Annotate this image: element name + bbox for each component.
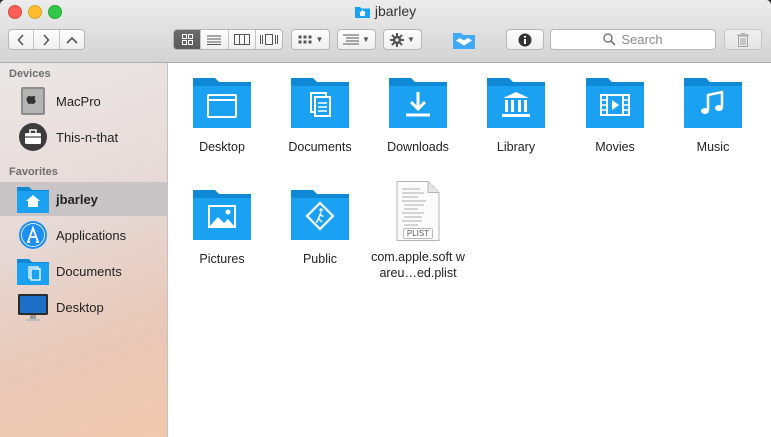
toolbar: jbarley ▼ ▼ ▼ Search (0, 0, 771, 63)
sidebar-item-desktop[interactable]: Desktop (0, 290, 167, 324)
folder-item-public[interactable]: Public (270, 185, 370, 267)
dropbox-button[interactable] (451, 29, 477, 50)
plist-file-icon: PLIST (388, 181, 448, 241)
music-folder-icon (683, 73, 743, 133)
sidebar-item-label: Documents (56, 263, 122, 279)
applications-icon (17, 220, 49, 250)
cover-flow-icon (259, 34, 278, 45)
file-label: Public (302, 252, 338, 266)
sidebar-item-label: Desktop (56, 299, 104, 315)
navigation-buttons (8, 29, 85, 50)
mac-pro-icon (17, 86, 49, 116)
file-label: com.apple.soft wareu…ed.plist (371, 250, 465, 280)
window-title-area: jbarley (0, 3, 771, 21)
arrange-grid-icon (298, 35, 312, 43)
public-folder-icon (290, 185, 350, 245)
sidebar-item-label: Applications (56, 227, 127, 243)
file-label: Pictures (199, 252, 245, 266)
chevron-down-icon: ▼ (407, 35, 415, 44)
info-icon (518, 33, 532, 46)
library-folder-icon (486, 73, 546, 133)
folder-item-library[interactable]: Library (466, 73, 566, 155)
file-label: Downloads (387, 140, 449, 154)
folder-item-documents[interactable]: Documents (270, 73, 370, 155)
list-view-icon (207, 35, 222, 45)
home-folder-icon (354, 5, 370, 21)
sidebar-item-label: jbarley (56, 191, 98, 207)
search-placeholder: Search (621, 32, 663, 47)
documents-folder-icon (17, 256, 49, 286)
home-folder-icon (17, 184, 49, 214)
folder-item-movies[interactable]: Movies (565, 73, 665, 155)
list-view-button[interactable] (201, 30, 229, 49)
sidebar-item-label: MacPro (56, 93, 101, 109)
sidebar-item-applications[interactable]: Applications (0, 218, 167, 252)
group-list-icon (343, 34, 360, 45)
briefcase-icon (17, 122, 49, 152)
view-mode-segmented-control (173, 29, 283, 50)
chevron-down-icon: ▼ (315, 35, 324, 44)
documents-folder-icon (290, 73, 350, 133)
icon-view-button[interactable] (174, 30, 202, 49)
column-view-button[interactable] (229, 30, 256, 49)
get-info-button[interactable] (506, 29, 544, 50)
back-button[interactable] (9, 30, 35, 49)
sidebar-favorites-header: Favorites (9, 166, 58, 178)
forward-button[interactable] (34, 30, 60, 49)
pictures-folder-icon (192, 185, 252, 245)
folder-item-pictures[interactable]: Pictures (172, 185, 272, 267)
sidebar-item-jbarley[interactable]: jbarley (0, 182, 167, 216)
plist-badge: PLIST (402, 227, 434, 239)
chevron-left-icon (17, 33, 24, 46)
sidebar: Devices MacPro This-n-that Favorites jba… (0, 63, 168, 437)
desktop-icon (17, 292, 49, 322)
file-label: Documents (288, 140, 352, 154)
folder-item-downloads[interactable]: Downloads (368, 73, 468, 155)
trash-icon (737, 32, 749, 47)
action-menu-button[interactable]: ▼ (383, 29, 422, 50)
file-label: Movies (595, 140, 635, 154)
sidebar-item-documents[interactable]: Documents (0, 254, 167, 288)
folder-item-desktop[interactable]: Desktop (172, 73, 272, 155)
file-browser-content: Desktop Documents Downloads Library Movi (168, 63, 771, 437)
desktop-folder-icon (192, 73, 252, 133)
file-label: Library (496, 140, 536, 154)
dropbox-icon (453, 32, 475, 49)
cover-flow-button[interactable] (256, 30, 282, 49)
sidebar-item-this-n-that[interactable]: This-n-that (0, 120, 167, 154)
gear-icon (390, 32, 405, 47)
arrange-menu-button[interactable]: ▼ (291, 29, 330, 50)
file-label: Music (696, 140, 730, 154)
enclosing-folder-button[interactable] (60, 30, 84, 49)
icon-view-icon (181, 34, 193, 45)
window-title: jbarley (374, 3, 417, 19)
sidebar-devices-header: Devices (9, 68, 51, 80)
group-by-menu-button[interactable]: ▼ (337, 29, 376, 50)
finder-window: jbarley ▼ ▼ ▼ Search Devices MacPro This… (0, 0, 771, 437)
search-icon (603, 33, 616, 46)
movies-folder-icon (585, 73, 645, 133)
chevron-up-icon (66, 36, 78, 44)
trash-button[interactable] (724, 29, 762, 50)
chevron-right-icon (43, 33, 51, 46)
file-item-plist[interactable]: PLIST com.apple.soft wareu…ed.plist (368, 181, 468, 281)
chevron-down-icon: ▼ (362, 35, 370, 44)
folder-item-music[interactable]: Music (663, 73, 763, 155)
column-view-icon (233, 34, 250, 45)
sidebar-item-label: This-n-that (56, 129, 119, 145)
sidebar-item-macpro[interactable]: MacPro (0, 84, 167, 118)
search-field[interactable]: Search (550, 29, 716, 50)
file-label: Desktop (199, 140, 245, 154)
downloads-folder-icon (388, 73, 448, 133)
